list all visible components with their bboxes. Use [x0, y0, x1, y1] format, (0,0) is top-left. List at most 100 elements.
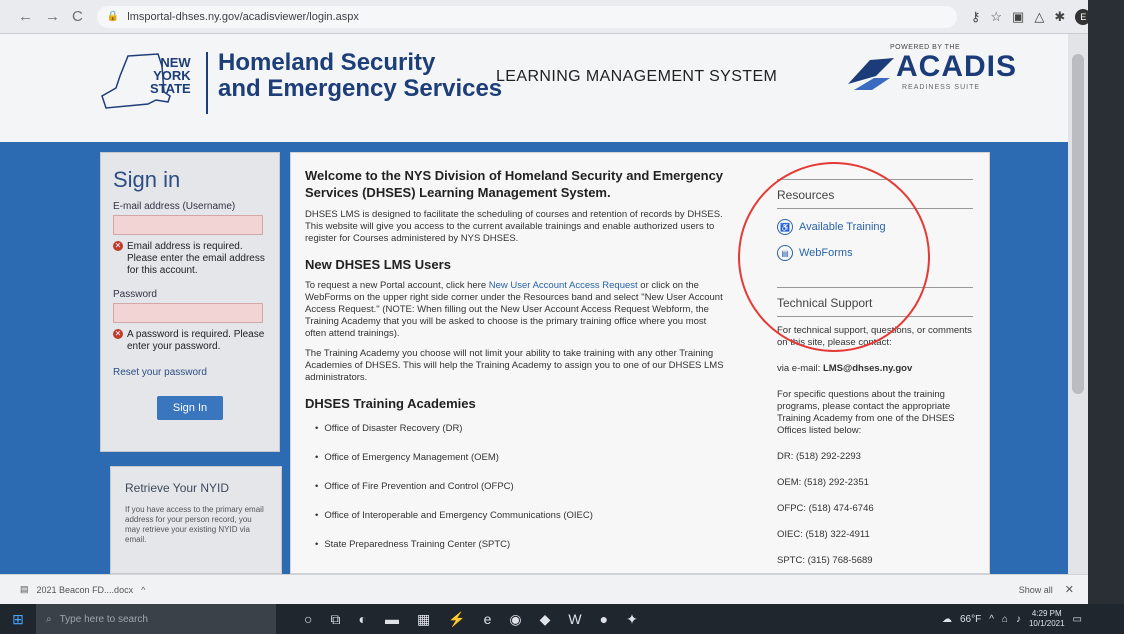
error-icon: ✕ [113, 241, 123, 251]
taskbar: ⊞ ⌕ Type here to search ○ ⧉ ◐ ▬ ▦ ⚡ e ◉ … [0, 604, 1124, 634]
error-icon: ✕ [113, 329, 123, 339]
system-tray: ☁ 66°F ^ ⌂ ♪ 4:29 PM 10/1/2021 ▭ [942, 609, 1082, 629]
new-users-pre: To request a new Portal account, click h… [305, 280, 489, 291]
phone-oiec: OIEC: (518) 322-4911 [777, 529, 870, 540]
academies-list: Office of Disaster Recovery (DR) Office … [305, 423, 725, 550]
web-page: NEW YORK STATE Homeland Security and Eme… [0, 34, 1068, 574]
mail-app-icon[interactable]: ▬ [385, 611, 399, 628]
word-icon[interactable]: W [568, 611, 581, 628]
list-item: State Preparedness Training Center (SPTC… [305, 539, 725, 550]
academies-heading: DHSES Training Academies [305, 396, 476, 411]
password-error-text: A password is required. Please enter you… [127, 329, 265, 352]
password-label: Password [113, 289, 157, 300]
task-view-icon[interactable]: ⧉ [330, 611, 340, 628]
store-app-icon[interactable]: ▦ [417, 611, 430, 628]
weather-icon[interactable]: ☁ [942, 614, 952, 625]
header-divider [206, 52, 208, 114]
search-icon: ⌕ [46, 613, 52, 625]
agency-name: Homeland Security and Emergency Services [218, 50, 502, 102]
download-filename: 2021 Beacon FD....docx [36, 584, 134, 595]
new-account-link[interactable]: New User Account Access Request [489, 280, 638, 291]
taskbar-apps: ○ ⧉ ◐ ▬ ▦ ⚡ e ◉ ◆ W ● ✦ [304, 611, 638, 628]
tech-email-address[interactable]: LMS@dhses.ny.gov [823, 363, 912, 374]
retrieve-nyid-panel: Retrieve Your NYID If you have access to… [110, 466, 282, 574]
notification-icon[interactable]: ▭ [1073, 614, 1082, 625]
tray-chevron-icon[interactable]: ^ [989, 614, 994, 625]
app-icon[interactable]: ● [600, 611, 608, 628]
phone-oem: OEM: (518) 292-2351 [777, 477, 869, 488]
document-icon: ▤ [20, 584, 29, 594]
puzzle-icon[interactable]: ✱ [1054, 9, 1065, 25]
edge-icon[interactable]: e [484, 611, 492, 628]
nys-wordmark: NEW YORK STATE [150, 56, 191, 95]
clock[interactable]: 4:29 PM 10/1/2021 [1029, 609, 1065, 629]
app-icon[interactable]: ✦ [626, 611, 638, 628]
url-text: lmsportal-dhses.ny.gov/acadisviewer/logi… [127, 10, 359, 23]
agency-line-1: Homeland Security [218, 49, 436, 76]
list-item: Office of Interoperable and Emergency Co… [305, 510, 725, 521]
sign-in-panel: Sign in E-mail address (Username) ✕ Emai… [100, 152, 280, 452]
lock-icon: 🔒 [106, 11, 120, 22]
scrollbar[interactable] [1068, 34, 1088, 574]
acadis-logo-icon [848, 58, 894, 90]
show-all-button[interactable]: Show all [1019, 585, 1053, 595]
address-bar[interactable]: 🔒 lmsportal-dhses.ny.gov/acadisviewer/lo… [96, 5, 957, 28]
sign-in-button[interactable]: Sign In [157, 396, 223, 420]
close-icon[interactable]: ✕ [1065, 583, 1074, 596]
app-icon[interactable]: ⚡ [448, 611, 465, 628]
acadis-wordmark: ACADIS [896, 50, 1018, 83]
sign-in-title: Sign in [113, 167, 181, 192]
site-header: NEW YORK STATE Homeland Security and Eme… [0, 34, 1068, 142]
email-error-text: Email address is required. Please enter … [127, 241, 265, 276]
download-bar: ▤ 2021 Beacon FD....docx ^ Show all ✕ [0, 574, 1088, 604]
email-error: ✕ Email address is required. Please ente… [113, 241, 267, 277]
email-label: E-mail address (Username) [113, 201, 236, 212]
password-error: ✕ A password is required. Please enter y… [113, 329, 267, 353]
welcome-heading: Welcome to the NYS Division of Homeland … [305, 168, 724, 200]
browser-toolbar: ← → C 🔒 lmsportal-dhses.ny.gov/acadisvie… [0, 0, 1124, 34]
list-item: Office of Fire Prevention and Control (O… [305, 481, 725, 492]
app-icon[interactable]: ◆ [540, 611, 551, 628]
intro-text: DHSES LMS is designed to facilitate the … [305, 209, 723, 244]
extension-icon[interactable]: ▣ [1012, 9, 1024, 25]
clock-date: 10/1/2021 [1028, 619, 1065, 628]
email-field[interactable] [113, 215, 263, 235]
new-users-heading: New DHSES LMS Users [305, 257, 451, 272]
password-field[interactable] [113, 303, 263, 323]
cortana-icon[interactable]: ○ [304, 611, 312, 628]
phone-ofpc: OFPC: (518) 474-6746 [777, 503, 874, 514]
agency-line-2: and Emergency Services [218, 75, 503, 102]
drive-icon[interactable]: △ [1034, 9, 1044, 25]
download-item[interactable]: ▤ 2021 Beacon FD....docx ^ [20, 584, 145, 595]
nav-buttons: ← → C [18, 8, 83, 25]
phone-sptc: SPTC: (315) 768-5689 [777, 555, 873, 566]
reset-password-link[interactable]: Reset your password [113, 367, 267, 378]
phone-dr: DR: (518) 292-2293 [777, 451, 861, 462]
nys-word-state: STATE [150, 81, 191, 96]
tech-specific: For specific questions about the trainin… [777, 389, 955, 436]
network-icon[interactable]: ⌂ [1002, 614, 1008, 625]
back-arrow-icon[interactable]: ← [18, 8, 33, 25]
readiness-suite: READINESS SUITE [902, 84, 981, 91]
taskbar-search[interactable]: ⌕ Type here to search [36, 604, 276, 634]
browser-app-icon[interactable]: ◐ [358, 611, 366, 628]
tech-email: via e-mail: LMS@dhses.ny.gov [777, 363, 973, 375]
clock-time: 4:29 PM [1031, 609, 1062, 618]
temperature[interactable]: 66°F [960, 614, 981, 625]
list-item: Office of Emergency Management (OEM) [305, 452, 725, 463]
retrieve-text: If you have access to the primary email … [125, 505, 264, 544]
taskbar-search-placeholder: Type here to search [59, 613, 148, 625]
volume-icon[interactable]: ♪ [1016, 614, 1021, 625]
scrollbar-thumb[interactable] [1072, 54, 1084, 394]
chrome-icon[interactable]: ◉ [509, 611, 521, 628]
screen-edge [1088, 0, 1124, 634]
forward-arrow-icon[interactable]: → [45, 8, 60, 25]
new-users-text: To request a new Portal account, click h… [305, 280, 725, 340]
chevron-up-icon[interactable]: ^ [141, 585, 145, 595]
windows-start-icon[interactable]: ⊞ [0, 611, 36, 628]
system-name: LEARNING MANAGEMENT SYSTEM [496, 68, 778, 85]
reload-icon[interactable]: C [72, 8, 83, 25]
key-icon[interactable]: ⚷ [971, 9, 981, 25]
star-icon[interactable]: ☆ [990, 9, 1002, 25]
retrieve-title[interactable]: Retrieve Your NYID [125, 481, 267, 495]
